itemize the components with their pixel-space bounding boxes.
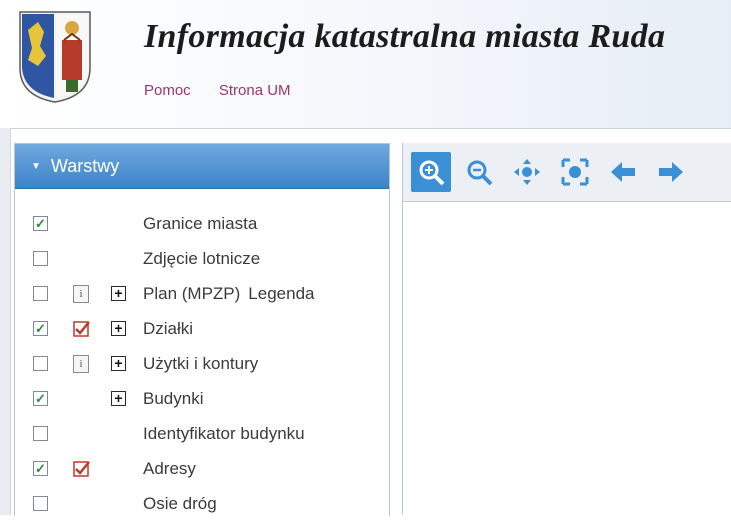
layer-name: Działki [143, 318, 194, 338]
layer-checkbox[interactable] [33, 356, 48, 371]
layer-label: Użytki i kontury [143, 354, 258, 374]
layer-name: Osie dróg [143, 493, 217, 513]
layer-name: Plan (MPZP) [143, 283, 241, 303]
layer-label: Zdjęcie lotnicze [143, 249, 260, 269]
city-website-link[interactable]: Strona UM [219, 82, 291, 99]
layer-label: Budynki [143, 389, 203, 409]
layer-name: Granice miasta [143, 213, 258, 233]
layer-label: Identyfikator budynku [143, 424, 305, 444]
back-arrow-button[interactable] [603, 152, 643, 192]
layer-label: Osie dróg [143, 494, 217, 514]
layer-name: Budynki [143, 388, 204, 408]
forward-arrow-icon [659, 162, 683, 182]
layer-checkbox[interactable]: ✓ [33, 461, 48, 476]
legend-link[interactable]: Legenda [248, 284, 314, 303]
layer-label: Plan (MPZP) Legenda [143, 284, 314, 304]
back-arrow-icon [611, 162, 635, 182]
header-links: Pomoc Strona UM [144, 82, 315, 99]
left-border [0, 128, 11, 515]
expand-plus-icon[interactable]: + [111, 356, 126, 371]
zoom-extent-icon [561, 158, 589, 186]
layer-checkbox[interactable]: ✓ [33, 391, 48, 406]
zoom-in-button[interactable] [411, 152, 451, 192]
layer-row: ✓ Granice miasta [15, 206, 387, 241]
collapse-arrow-icon[interactable]: ▼ [31, 161, 41, 172]
layer-checkbox[interactable] [33, 286, 48, 301]
identify-checked-icon[interactable] [73, 460, 90, 478]
zoom-extent-button[interactable] [555, 152, 595, 192]
app-header: Informacja katastralna miasta Ruda Pomoc… [0, 0, 731, 129]
zoom-out-button[interactable] [459, 152, 499, 192]
layer-row: i + Plan (MPZP) Legenda [15, 276, 387, 311]
info-icon[interactable]: i [73, 284, 89, 303]
layer-label: Granice miasta [143, 214, 257, 234]
layer-row: ✓ Adresy [15, 451, 387, 486]
layer-row: Zdjęcie lotnicze [15, 241, 387, 276]
layer-row: ✓ + Budynki [15, 381, 387, 416]
identify-checked-icon[interactable] [73, 320, 90, 338]
layer-checkbox[interactable] [33, 426, 48, 441]
layer-checkbox[interactable]: ✓ [33, 321, 48, 336]
expand-plus-icon[interactable]: + [111, 391, 126, 406]
layers-panel-title: Warstwy [50, 155, 120, 176]
expand-plus-icon[interactable]: + [111, 321, 126, 336]
layer-checkbox[interactable] [33, 251, 48, 266]
layers-panel: ▼ Warstwy ✓ Granice miasta Zdjęcie lotnicz… [14, 143, 390, 516]
info-icon[interactable]: i [73, 354, 89, 373]
page-title: Informacja katastralna miasta Ruda [144, 18, 666, 55]
map-area[interactable] [402, 143, 731, 515]
layer-name: Użytki i kontury [143, 353, 259, 373]
forward-arrow-button[interactable] [651, 152, 691, 192]
pan-icon [514, 159, 540, 185]
layer-name: Adresy [143, 458, 196, 478]
layer-name: Zdjęcie lotnicze [143, 248, 261, 268]
layer-row: Osie dróg [15, 486, 387, 521]
layer-row: ✓ + Działki [15, 311, 387, 346]
layer-label: Działki [143, 319, 193, 339]
layer-checkbox[interactable]: ✓ [33, 216, 48, 231]
layers-panel-header[interactable]: ▼ Warstwy [15, 144, 389, 189]
layer-checkbox[interactable] [33, 496, 48, 511]
layer-row: Identyfikator budynku [15, 416, 387, 451]
expand-plus-icon[interactable]: + [111, 286, 126, 301]
help-link[interactable]: Pomoc [144, 82, 191, 99]
zoom-out-icon [467, 160, 493, 186]
pan-button[interactable] [507, 152, 547, 192]
map-toolbar [403, 143, 731, 202]
city-crest-logo [19, 11, 91, 103]
zoom-in-icon [419, 160, 445, 186]
layer-label: Adresy [143, 459, 196, 479]
layer-name: Identyfikator budynku [143, 423, 305, 443]
layer-row: i + Użytki i kontury [15, 346, 387, 381]
